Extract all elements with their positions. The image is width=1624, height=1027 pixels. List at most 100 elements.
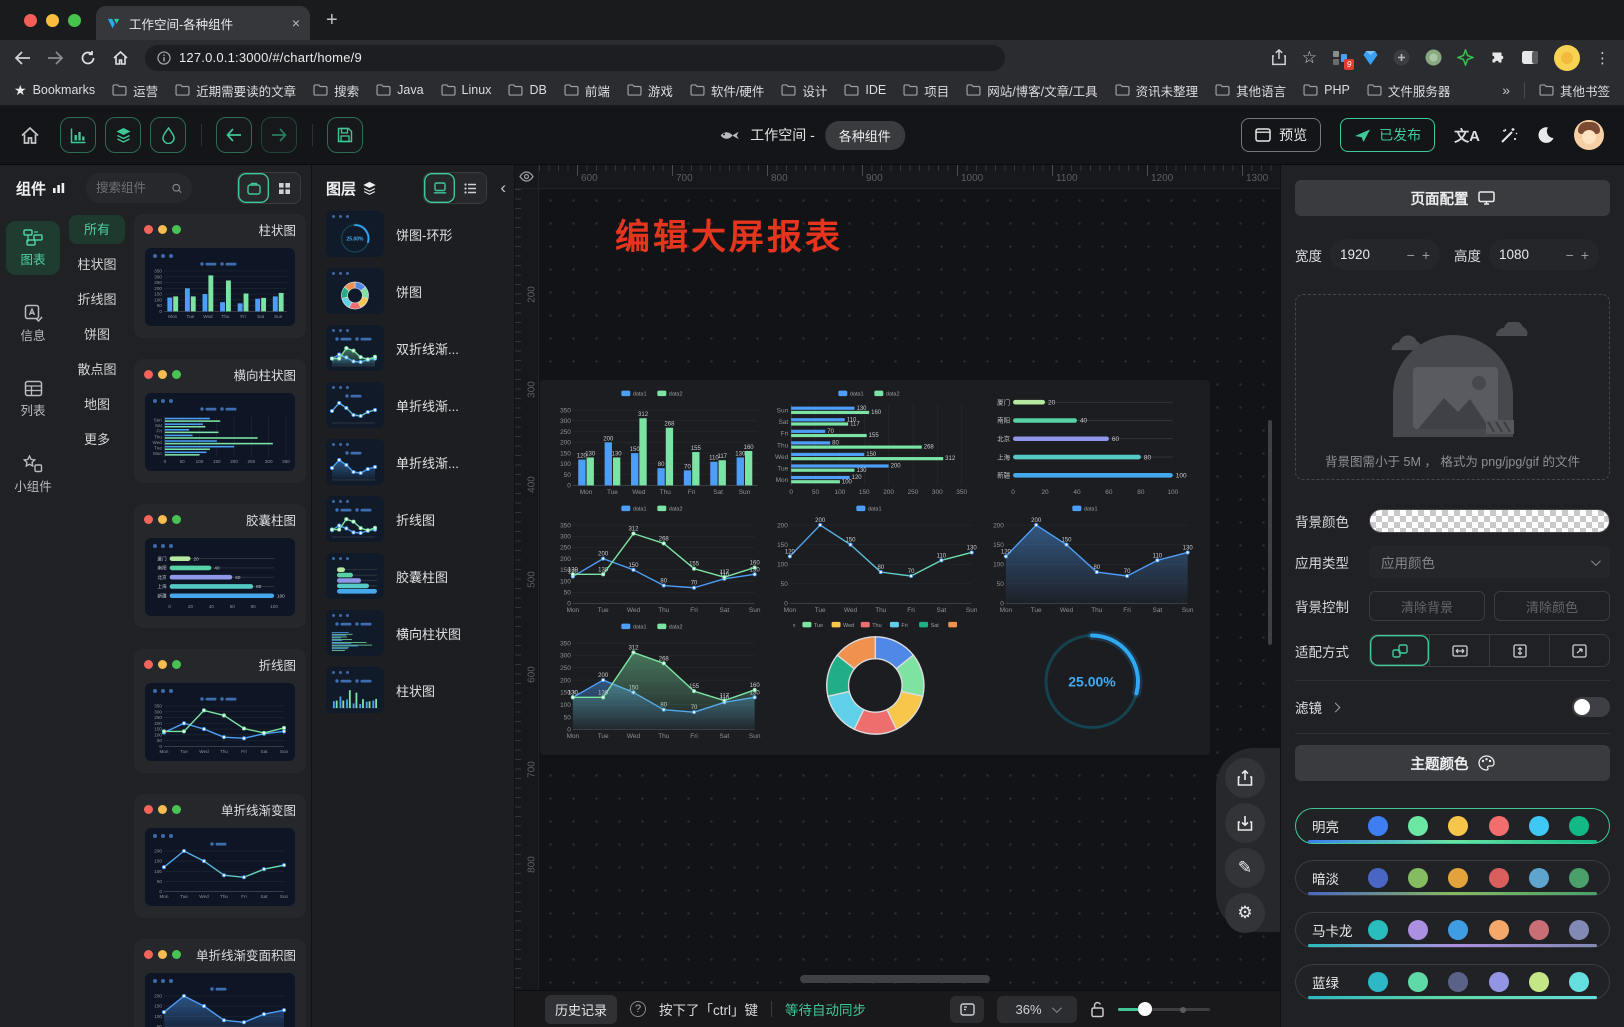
layer-item[interactable]: 折线图 — [326, 496, 504, 542]
layer-item[interactable]: 柱状图 — [326, 667, 504, 713]
extensions-puzzle-icon[interactable] — [1489, 49, 1506, 66]
filter-toggle[interactable] — [1572, 697, 1610, 717]
dark-mode-moon-icon[interactable] — [1537, 126, 1555, 144]
canvas-chart-bar[interactable]: data1data2050100150200250300350Mon120130… — [554, 388, 761, 497]
canvas-chart-capsule[interactable]: 厦门20南阳40北京60上海80新疆100020406080100 — [987, 388, 1194, 497]
forward-icon[interactable] — [47, 51, 64, 65]
home-icon[interactable] — [112, 50, 129, 66]
bookmark-folder[interactable]: 近期需要读的文章 — [175, 81, 296, 100]
minus-icon[interactable]: − — [1566, 247, 1574, 263]
search-input[interactable] — [96, 181, 166, 195]
component-card[interactable]: 柱状图050100150200250300350MonTueWedThuFriS… — [134, 214, 306, 338]
page-config-header[interactable]: 页面配置 — [1295, 180, 1610, 216]
category-item[interactable]: 饼图 — [69, 320, 125, 349]
settings-gear-button[interactable]: ⚙ — [1225, 893, 1265, 933]
user-avatar[interactable] — [1574, 120, 1604, 150]
height-stepper[interactable]: 1080 − + — [1489, 239, 1599, 270]
bookmark-star-icon[interactable]: ☆ — [1302, 48, 1317, 68]
zoom-slider[interactable] — [1118, 1002, 1210, 1016]
fit-width-button[interactable] — [1429, 635, 1489, 666]
edit-button[interactable]: ✎ — [1225, 848, 1265, 888]
chrome-menu-icon[interactable]: ⋮ — [1595, 49, 1610, 67]
save-button[interactable] — [327, 117, 363, 153]
reload-icon[interactable] — [80, 50, 96, 66]
category-item[interactable]: 地图 — [69, 390, 125, 419]
category-item[interactable]: 更多 — [69, 425, 125, 454]
canvas-chart-pie[interactable]: MonTueWedThuFriSatSun — [793, 619, 958, 737]
window-minimize-button[interactable] — [46, 14, 59, 27]
zoom-select[interactable]: 36% — [997, 996, 1077, 1023]
canvas-horizontal-scrollbar[interactable] — [800, 975, 990, 983]
bookmark-folder[interactable]: IDE — [844, 81, 886, 100]
layout-panel-button[interactable] — [950, 996, 984, 1023]
layers-panel-toggle-button[interactable] — [105, 117, 141, 153]
category-item[interactable]: 所有 — [69, 215, 125, 244]
extension-gem-icon[interactable] — [1363, 50, 1378, 66]
window-close-button[interactable] — [24, 14, 37, 27]
bookmark-folder[interactable]: 网站/博客/文章/工具 — [966, 81, 1097, 100]
back-icon[interactable] — [14, 51, 31, 65]
app-type-select[interactable]: 应用颜色 — [1369, 546, 1610, 578]
bookmark-folder[interactable]: 搜索 — [313, 81, 359, 100]
single-view-button[interactable] — [238, 173, 269, 203]
component-card[interactable]: 单折线渐变面积图050100150200MonTueWedThuFriSatSu… — [134, 939, 306, 1027]
plus-icon[interactable]: + — [1422, 247, 1430, 263]
minus-icon[interactable]: − — [1407, 247, 1415, 263]
extension-dark-icon[interactable] — [1393, 49, 1410, 66]
nav-item-list[interactable]: 列表 — [6, 373, 60, 426]
layer-item[interactable]: 胶囊柱图 — [326, 553, 504, 599]
lock-icon[interactable] — [1090, 1001, 1105, 1018]
bookmark-folder[interactable]: 其他语言 — [1215, 81, 1286, 100]
filter-panel-toggle-button[interactable] — [150, 117, 186, 153]
theme-row-蓝绿[interactable]: 蓝绿 — [1295, 964, 1610, 1000]
canvas-chart-gradient-line[interactable]: data1050100150200MonTueWedThuFriSatSun12… — [771, 503, 978, 615]
thumbnail-view-button[interactable] — [424, 173, 455, 203]
layer-item[interactable]: 单折线渐... — [326, 382, 504, 428]
clear-color-button[interactable]: 清除颜色 — [1494, 591, 1610, 621]
list-view-button[interactable] — [455, 173, 486, 203]
extension-green-circle-icon[interactable] — [1425, 49, 1442, 66]
component-card[interactable]: 折线图050100150200250300350MonTueWedThuFriS… — [134, 649, 306, 773]
nav-item-widgets[interactable]: 小组件 — [6, 448, 60, 502]
canvas-text-element[interactable]: 编辑大屏报表 — [615, 209, 843, 260]
canvas-content[interactable]: 编辑大屏报表 data1data2050100150200250300350Mo… — [539, 189, 1280, 990]
magic-wand-icon[interactable] — [1499, 126, 1518, 145]
theme-row-马卡龙[interactable]: 马卡龙 — [1295, 912, 1610, 948]
bookmark-folder[interactable]: 文件服务器 — [1367, 81, 1451, 100]
layer-item[interactable]: 单折线渐... — [326, 439, 504, 485]
browser-tab[interactable]: 工作空间-各种组件 × — [96, 6, 310, 40]
ruler-corner[interactable] — [515, 165, 539, 189]
canvas-chart-gradient-area[interactable]: data1050100150200MonTueWedThuFriSatSun12… — [987, 503, 1194, 615]
history-button[interactable]: 历史记录 — [545, 995, 617, 1024]
bookmark-folder[interactable]: 设计 — [781, 81, 827, 100]
layer-item[interactable]: 25.00%饼图-环形 — [326, 211, 504, 257]
category-item[interactable]: 折线图 — [69, 285, 125, 314]
export-button[interactable] — [1225, 758, 1265, 798]
width-stepper[interactable]: 1920 − + — [1330, 239, 1440, 270]
import-button[interactable] — [1225, 803, 1265, 843]
new-tab-button[interactable]: + — [326, 8, 338, 32]
layer-item[interactable]: 饼图 — [326, 268, 504, 314]
url-bar[interactable]: 127.0.0.1:3000/#/chart/home/9 — [145, 45, 1005, 71]
language-toggle-icon[interactable]: 文A — [1454, 125, 1480, 146]
bg-color-swatch[interactable] — [1369, 509, 1610, 533]
help-icon[interactable]: ? — [630, 1001, 646, 1017]
bookmark-folder[interactable]: Java — [376, 81, 423, 100]
nav-item-info[interactable]: 信息 — [6, 297, 60, 351]
charts-panel-toggle-button[interactable] — [60, 117, 96, 153]
chart-board[interactable]: data1data2050100150200250300350Mon120130… — [540, 380, 1210, 755]
layer-item[interactable]: 双折线渐... — [326, 325, 504, 371]
site-info-icon[interactable] — [157, 51, 171, 65]
chevron-right-icon[interactable] — [1331, 702, 1341, 712]
layer-item[interactable]: 横向柱状图 — [326, 610, 504, 656]
project-name-badge[interactable]: 各种组件 — [825, 121, 905, 150]
background-upload-dropzone[interactable]: 背景图需小于 5M ， 格式为 png/jpg/gif 的文件 — [1295, 294, 1610, 480]
fit-stretch-button[interactable] — [1549, 635, 1609, 666]
canvas-chart-double-area[interactable]: data1data2050100150200250300350MonTueWed… — [554, 621, 761, 741]
bookmark-folder[interactable]: 前端 — [564, 81, 610, 100]
plus-icon[interactable]: + — [1581, 247, 1589, 263]
category-item[interactable]: 散点图 — [69, 355, 125, 384]
undo-button[interactable] — [216, 117, 252, 153]
share-icon[interactable] — [1271, 49, 1287, 66]
nav-item-charts[interactable]: 图表 — [6, 221, 60, 275]
